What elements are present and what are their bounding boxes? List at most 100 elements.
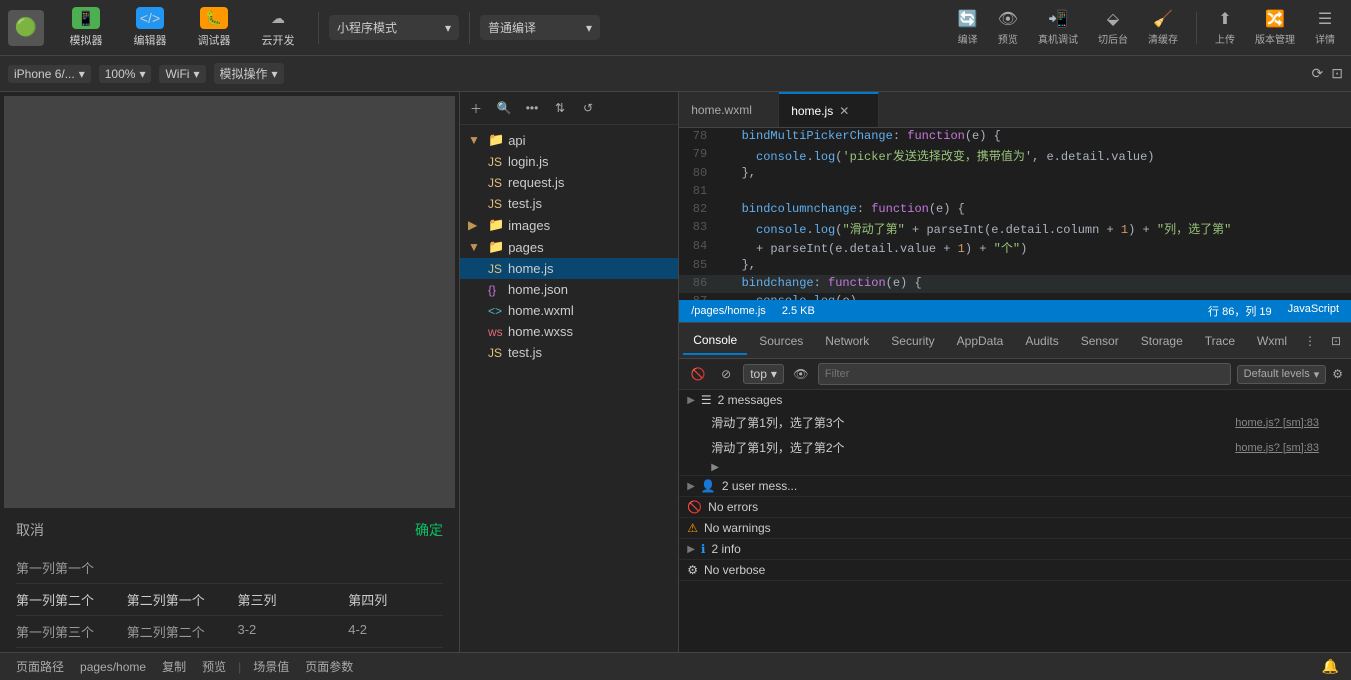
tab-sensor[interactable]: Sensor: [1071, 328, 1129, 354]
folder-pages[interactable]: ▼ 📁 pages: [460, 236, 678, 258]
real-debug-btn[interactable]: 📲 真机调试: [1030, 5, 1086, 50]
mode-dropdown[interactable]: 小程序模式 ▾: [329, 15, 459, 40]
cut-btn[interactable]: ⬙ 切后台: [1090, 5, 1136, 50]
warnings-label: No warnings: [704, 521, 771, 535]
clear-console-btn[interactable]: 🚫: [687, 363, 709, 385]
col2: 第一列第二个: [16, 590, 111, 609]
tab-wxml[interactable]: Wxml: [1247, 328, 1297, 354]
rotate-icon[interactable]: ⟳: [1312, 65, 1324, 82]
block-console-btn[interactable]: ⊘: [715, 363, 737, 385]
add-file-btn[interactable]: ＋: [464, 96, 488, 120]
real-debug-icon: 📲: [1048, 9, 1068, 29]
info-expand-arrow: ▶: [687, 544, 695, 555]
folder-images[interactable]: ▶ 📁 images: [460, 214, 678, 236]
bell-icon: 🔔: [1322, 658, 1339, 675]
console-errors-row[interactable]: 🚫 No errors: [679, 497, 1351, 517]
file-home-wxml[interactable]: <> home.wxml: [460, 300, 678, 321]
console-messages-row[interactable]: ▶ ☰ 2 messages: [679, 390, 1351, 410]
more-file-btn[interactable]: •••: [520, 96, 544, 120]
preview-page-btn[interactable]: 预览: [198, 658, 230, 675]
row1-col3: 3-2: [238, 622, 333, 641]
console-filter-input[interactable]: [818, 363, 1231, 385]
table-header-row: 第一列第一个: [16, 552, 443, 584]
file-home-json[interactable]: {} home.json: [460, 279, 678, 300]
file-request-js[interactable]: JS request.js: [460, 172, 678, 193]
tab-sources[interactable]: Sources: [749, 328, 813, 354]
page-path[interactable]: pages/home: [76, 660, 150, 674]
expand-object[interactable]: ▶: [679, 460, 1351, 475]
tab-appdata[interactable]: AppData: [947, 328, 1014, 354]
sim-operation-select[interactable]: 模拟操作 ▾: [214, 63, 284, 84]
console-errors-group: 🚫 No errors: [679, 497, 1351, 518]
confirm-btn[interactable]: 确定: [415, 520, 443, 540]
version-btn[interactable]: 🔀 版本管理: [1247, 5, 1303, 50]
search-file-btn[interactable]: 🔍: [492, 96, 516, 120]
js-icon: JS: [488, 262, 504, 276]
tab-home-js[interactable]: home.js ✕: [779, 92, 879, 127]
tab-close-icon[interactable]: ✕: [839, 104, 849, 118]
console-settings-btn[interactable]: ⚙: [1332, 367, 1343, 381]
eye-btn[interactable]: 👁: [790, 363, 812, 385]
file-home-wxss[interactable]: ws home.wxss: [460, 321, 678, 342]
expand-icon[interactable]: ⊡: [1331, 65, 1343, 82]
file-login-js[interactable]: JS login.js: [460, 151, 678, 172]
upload-icon: ⬆: [1218, 9, 1231, 29]
clean-icon: 🧹: [1153, 9, 1173, 29]
preview-btn[interactable]: 👁 预览: [990, 5, 1026, 50]
tab-audits[interactable]: Audits: [1015, 328, 1068, 354]
file-home-js[interactable]: JS home.js: [460, 258, 678, 279]
col3: 第二列第一个: [127, 590, 222, 609]
devtools-more-btn[interactable]: ⋮: [1299, 330, 1321, 352]
page-params[interactable]: 页面参数: [301, 658, 357, 675]
compile-dropdown[interactable]: 普通编译 ▾: [480, 15, 600, 40]
devtools-popout-btn[interactable]: ⊡: [1325, 330, 1347, 352]
row1-col4: 4-2: [348, 622, 443, 641]
debugger-btn[interactable]: 🐛 调试器: [184, 3, 244, 52]
code-line-86: 86 bindchange: function(e) {: [679, 275, 1351, 293]
file-test-js-api[interactable]: JS test.js: [460, 193, 678, 214]
network-select[interactable]: WiFi ▾: [159, 65, 205, 83]
zoom-select[interactable]: 100% ▾: [99, 65, 152, 83]
folder-pages-icon: 📁: [488, 239, 504, 255]
editor-btn[interactable]: </> 编辑器: [120, 3, 180, 52]
sort-file-btn[interactable]: ⇅: [548, 96, 572, 120]
upload-btn[interactable]: ⬆ 上传: [1207, 5, 1243, 50]
copy-btn[interactable]: 复制: [158, 658, 190, 675]
device-select[interactable]: iPhone 6/... ▾: [8, 65, 91, 83]
cloud-btn[interactable]: ☁ 云开发: [248, 3, 308, 52]
tab-storage[interactable]: Storage: [1131, 328, 1193, 354]
warning-icon: ⚠: [687, 521, 698, 535]
cut-icon: ⬙: [1107, 9, 1119, 29]
tab-network[interactable]: Network: [815, 328, 879, 354]
detail-btn[interactable]: ☰ 详情: [1307, 5, 1343, 50]
detail-icon: ☰: [1318, 9, 1332, 29]
console-warnings-group: ⚠ No warnings: [679, 518, 1351, 539]
editor-label: 编辑器: [134, 32, 167, 48]
folder-api[interactable]: ▼ 📁 api: [460, 129, 678, 151]
file-test-js-pages[interactable]: JS test.js: [460, 342, 678, 363]
console-user-group: ▶ 👤 2 user mess...: [679, 476, 1351, 497]
console-user-row[interactable]: ▶ 👤 2 user mess...: [679, 476, 1351, 496]
simulator-btn[interactable]: 📱 模拟器: [56, 3, 116, 52]
compile-btn[interactable]: 🔄 编译: [950, 5, 986, 50]
tab-home-wxml[interactable]: home.wxml: [679, 92, 779, 127]
msg-src-2[interactable]: home.js? [sm]:83: [1235, 442, 1319, 454]
scene-value[interactable]: 场景值: [249, 658, 293, 675]
clean-btn[interactable]: 🧹 清缓存: [1140, 5, 1186, 50]
tab-security[interactable]: Security: [881, 328, 944, 354]
info-label: 2 info: [711, 542, 740, 556]
tab-trace[interactable]: Trace: [1195, 328, 1245, 354]
console-info-row[interactable]: ▶ ℹ 2 info: [679, 539, 1351, 559]
console-verbose-row[interactable]: ⚙ No verbose: [679, 560, 1351, 580]
log-levels-select[interactable]: Default levels ▾: [1237, 365, 1327, 384]
code-line-87: 87 console.log(e): [679, 293, 1351, 300]
messages-label: 2 messages: [718, 393, 783, 407]
tab-console[interactable]: Console: [683, 327, 747, 355]
context-select[interactable]: top ▾: [743, 364, 784, 384]
code-editor[interactable]: 78 bindMultiPickerChange: function(e) { …: [679, 128, 1351, 300]
folder-images-icon: 📁: [488, 217, 504, 233]
refresh-file-btn[interactable]: ↺: [576, 96, 600, 120]
cancel-btn[interactable]: 取消: [16, 520, 44, 540]
msg-src-1[interactable]: home.js? [sm]:83: [1235, 417, 1319, 429]
console-warnings-row[interactable]: ⚠ No warnings: [679, 518, 1351, 538]
